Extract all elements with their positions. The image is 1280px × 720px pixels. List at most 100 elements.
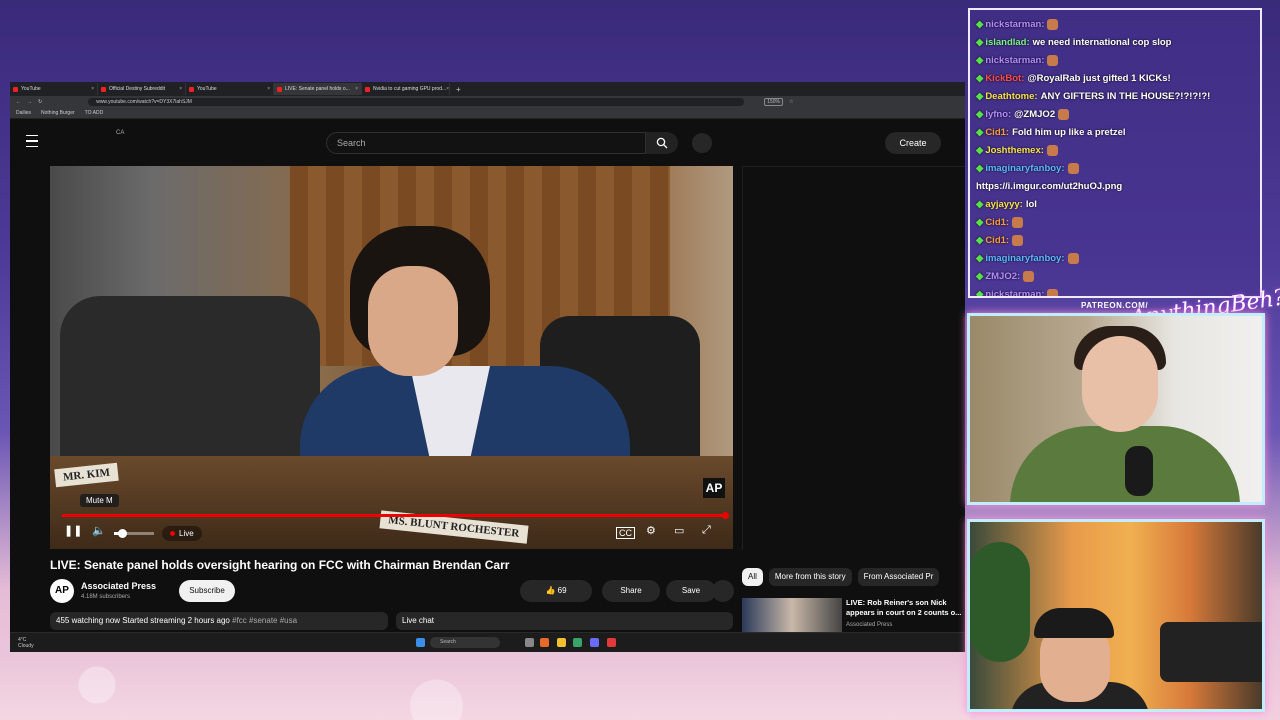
tab-close-icon[interactable]: × [355,86,358,92]
chat-username[interactable]: ayjayyy: [985,199,1023,210]
chat-badge-icon: ◆ [976,145,984,156]
chat-emote-icon [1023,270,1035,282]
search-icon [656,137,668,149]
tab-close-icon[interactable]: × [267,86,270,92]
subscribe-button[interactable]: Subscribe [179,580,235,602]
chip-all[interactable]: All [742,568,763,586]
discord-icon[interactable] [590,638,599,647]
tab-close-icon[interactable]: × [91,86,94,92]
description-box[interactable]: 455 watching now Started streaming 2 hou… [50,612,388,630]
chat-username[interactable]: Joshthemex: [985,145,1044,156]
tab-close-icon[interactable]: × [446,86,449,92]
windows-start-icon[interactable] [416,638,425,647]
save-button[interactable]: Save [666,580,716,602]
chat-overlay: ◆ nickstarman: ◆ islandlad: we need internat… [968,8,1262,298]
taskbar-search[interactable]: Search [430,637,500,648]
player-controls: ❚❚ 🔈 Live CC ⚙ ▭ ⤢ [50,522,733,546]
ap-watermark: AP [703,478,725,498]
obs-icon[interactable] [607,638,616,647]
chat-username[interactable]: Cid1: [985,235,1009,246]
address-bar-row: ← → ↻ www.youtube.com/watch?v=DY3X7lahSJ… [10,96,965,108]
chat-badge-icon: ◆ [976,37,984,48]
chat-message: https://i.imgur.com/ut2huOJ.png [976,178,1254,196]
chat-username[interactable]: KickBot: [985,73,1024,84]
new-tab-icon[interactable]: + [456,85,461,94]
tab-close-icon[interactable]: × [179,86,182,92]
forward-icon[interactable]: → [27,99,32,105]
volume-knob[interactable] [118,529,127,538]
search-input[interactable]: Search [326,132,646,154]
chip-from-associated-press[interactable]: From Associated Pr [857,568,940,586]
chip-more-from-story[interactable]: More from this story [768,568,852,586]
settings-icon[interactable]: ⚙ [646,524,656,537]
taskview-icon[interactable] [525,638,534,647]
bookmark-item[interactable]: Dailies [16,110,31,116]
chat-username[interactable]: nickstarman: [985,289,1044,296]
fullscreen-icon[interactable]: ⤢ [702,524,711,537]
browser-tab[interactable]: Nvidia to cut gaming GPU prod... × [362,83,450,95]
theater-mode-icon[interactable]: ▭ [674,524,684,537]
cam-face [1082,336,1158,432]
browser-tab[interactable]: YouTube × [10,83,98,95]
browser-icon[interactable] [540,638,549,647]
chat-username[interactable]: nickstarman: [985,19,1044,30]
chat-username[interactable]: nickstarman: [985,55,1044,66]
browser-tab[interactable]: LIVE: Senate panel holds o... × [274,83,362,95]
captions-icon[interactable]: CC [616,527,635,539]
cam-plant [970,542,1030,662]
like-button[interactable]: 👍 69 [520,580,592,602]
chat-username[interactable]: Cid1: [985,217,1009,228]
chat-username[interactable]: imaginaryfanboy: [985,253,1064,264]
search-button[interactable] [646,132,678,154]
recommended-thumbnail[interactable] [742,598,842,632]
browser-tab[interactable]: Official Destiny Subreddit × [98,83,186,95]
browser-tab[interactable]: YouTube × [186,83,274,95]
bookmark-item[interactable]: Nothing Burger [41,110,75,116]
chat-message: ◆ imaginaryfanboy: [976,160,1254,178]
chat-text: lol [1025,199,1037,210]
recommendation-chips: All More from this story From Associated… [742,568,940,586]
zoom-indicator[interactable]: 150% [764,98,783,106]
chat-username[interactable]: Cid1: [985,127,1009,138]
description-tags[interactable]: #fcc #senate #usa [232,616,297,625]
chat-username[interactable]: ZMJO2: [985,271,1020,282]
country-code: CA [116,130,125,136]
recommended-video[interactable]: LIVE: Rob Reiner's son Nick appears in c… [742,598,965,632]
weather-widget[interactable]: 4°C Cloudy [18,637,34,649]
recommended-title[interactable]: LIVE: Rob Reiner's son Nick appears in c… [846,598,965,618]
reload-icon[interactable]: ↻ [38,99,42,105]
tab-label: Nvidia to cut gaming GPU prod... [373,86,447,92]
channel-avatar[interactable]: AP [50,579,74,603]
chat-username[interactable]: Deathtome: [985,91,1037,102]
live-chat-header[interactable]: Live chat [396,612,733,630]
video-title: LIVE: Senate panel holds oversight heari… [50,558,510,572]
chat-username[interactable]: imaginaryfanboy: [985,163,1064,174]
weather-desc: Cloudy [18,643,34,649]
chat-username[interactable]: lyfno: [985,109,1011,120]
menu-icon[interactable] [26,135,38,147]
create-button[interactable]: Create [885,132,941,154]
url-field[interactable]: www.youtube.com/watch?v=DY3X7lahSJM [88,98,745,106]
progress-bar[interactable] [62,512,729,519]
chat-message: ◆ nickstarman: [976,52,1254,70]
share-button[interactable]: Share [602,580,660,602]
chat-username[interactable]: islandlad: [985,37,1029,48]
app-icon[interactable] [573,638,582,647]
live-badge[interactable]: Live [162,526,202,541]
tab-bar: YouTube × Official Destiny Subreddit × YouTu… [10,82,965,96]
voice-search-button[interactable] [692,133,712,153]
cam-cap [1034,608,1114,638]
cam-couch [1160,622,1262,682]
back-icon[interactable]: ← [16,99,21,105]
volume-icon[interactable]: 🔈 [92,524,106,537]
chat-message: ◆ islandlad: we need international cop slo… [976,34,1254,52]
folder-icon[interactable] [557,638,566,647]
more-actions-button[interactable] [712,580,734,602]
channel-name[interactable]: Associated Press [81,581,156,591]
chat-badge-icon: ◆ [976,217,984,228]
star-icon[interactable]: ☆ [789,99,793,105]
pause-icon[interactable]: ❚❚ [64,524,82,537]
chat-badge-icon: ◆ [976,127,984,138]
video-player[interactable]: MR. KIM MS. BLUNT ROCHESTER AP Mute M ❚❚… [50,166,733,549]
bookmark-item[interactable]: TO ADD [85,110,104,116]
